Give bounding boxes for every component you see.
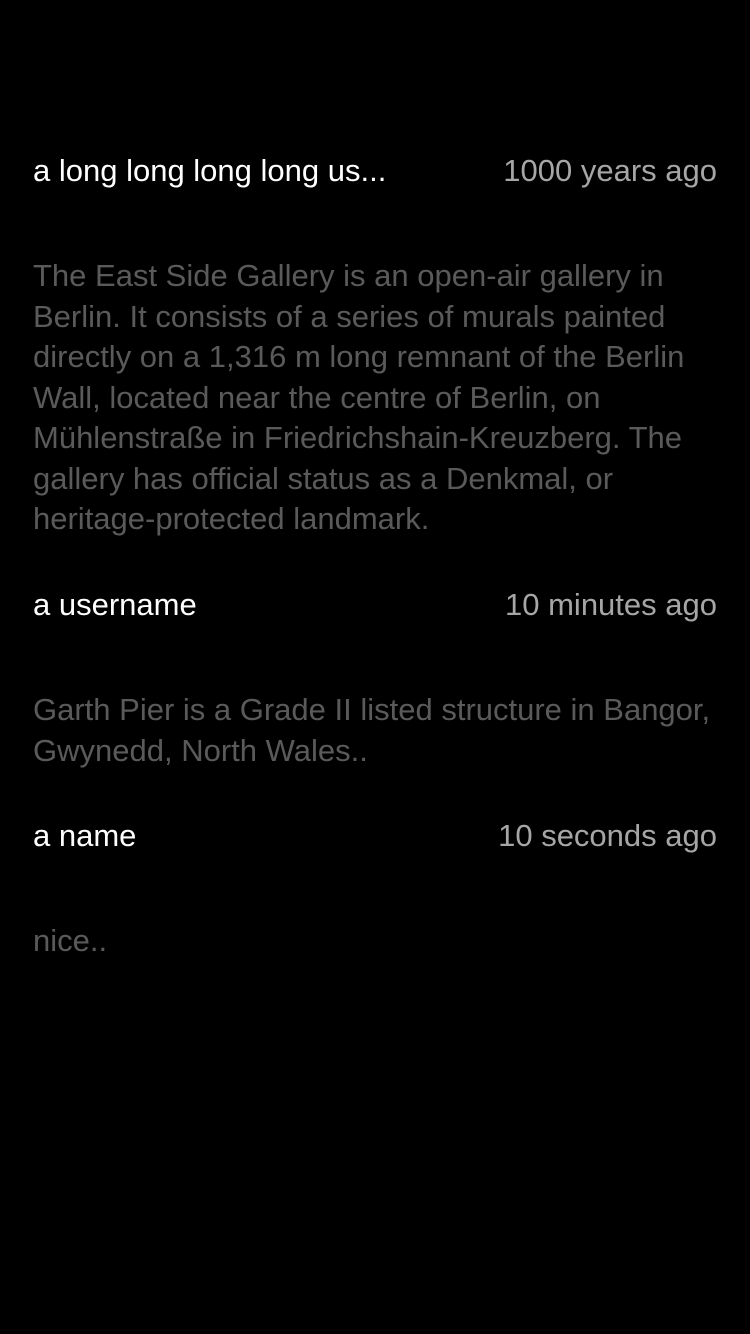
comment-timestamp: 10 seconds ago <box>498 818 717 853</box>
comment-item[interactable]: a long long long long us... 1000 years a… <box>33 151 717 540</box>
comment-username[interactable]: a name <box>33 816 136 856</box>
comment-timestamp: 1000 years ago <box>503 153 717 188</box>
comment-text: Garth Pier is a Grade II listed structur… <box>33 692 711 768</box>
comment-username[interactable]: a username <box>33 585 197 625</box>
comment-item[interactable]: a username 10 minutes ago Garth Pier is … <box>33 585 717 771</box>
comment-item[interactable]: a name 10 seconds ago nice.. <box>33 816 717 962</box>
comment-timestamp: 10 minutes ago <box>505 587 717 622</box>
comment-username[interactable]: a long long long long us... <box>33 151 386 191</box>
comment-text: nice.. <box>33 923 108 958</box>
comment-header: a username 10 minutes ago <box>33 585 717 625</box>
comment-text: The East Side Gallery is an open-air gal… <box>33 258 685 536</box>
comment-header: a long long long long us... 1000 years a… <box>33 151 717 191</box>
comment-header: a name 10 seconds ago <box>33 816 717 856</box>
